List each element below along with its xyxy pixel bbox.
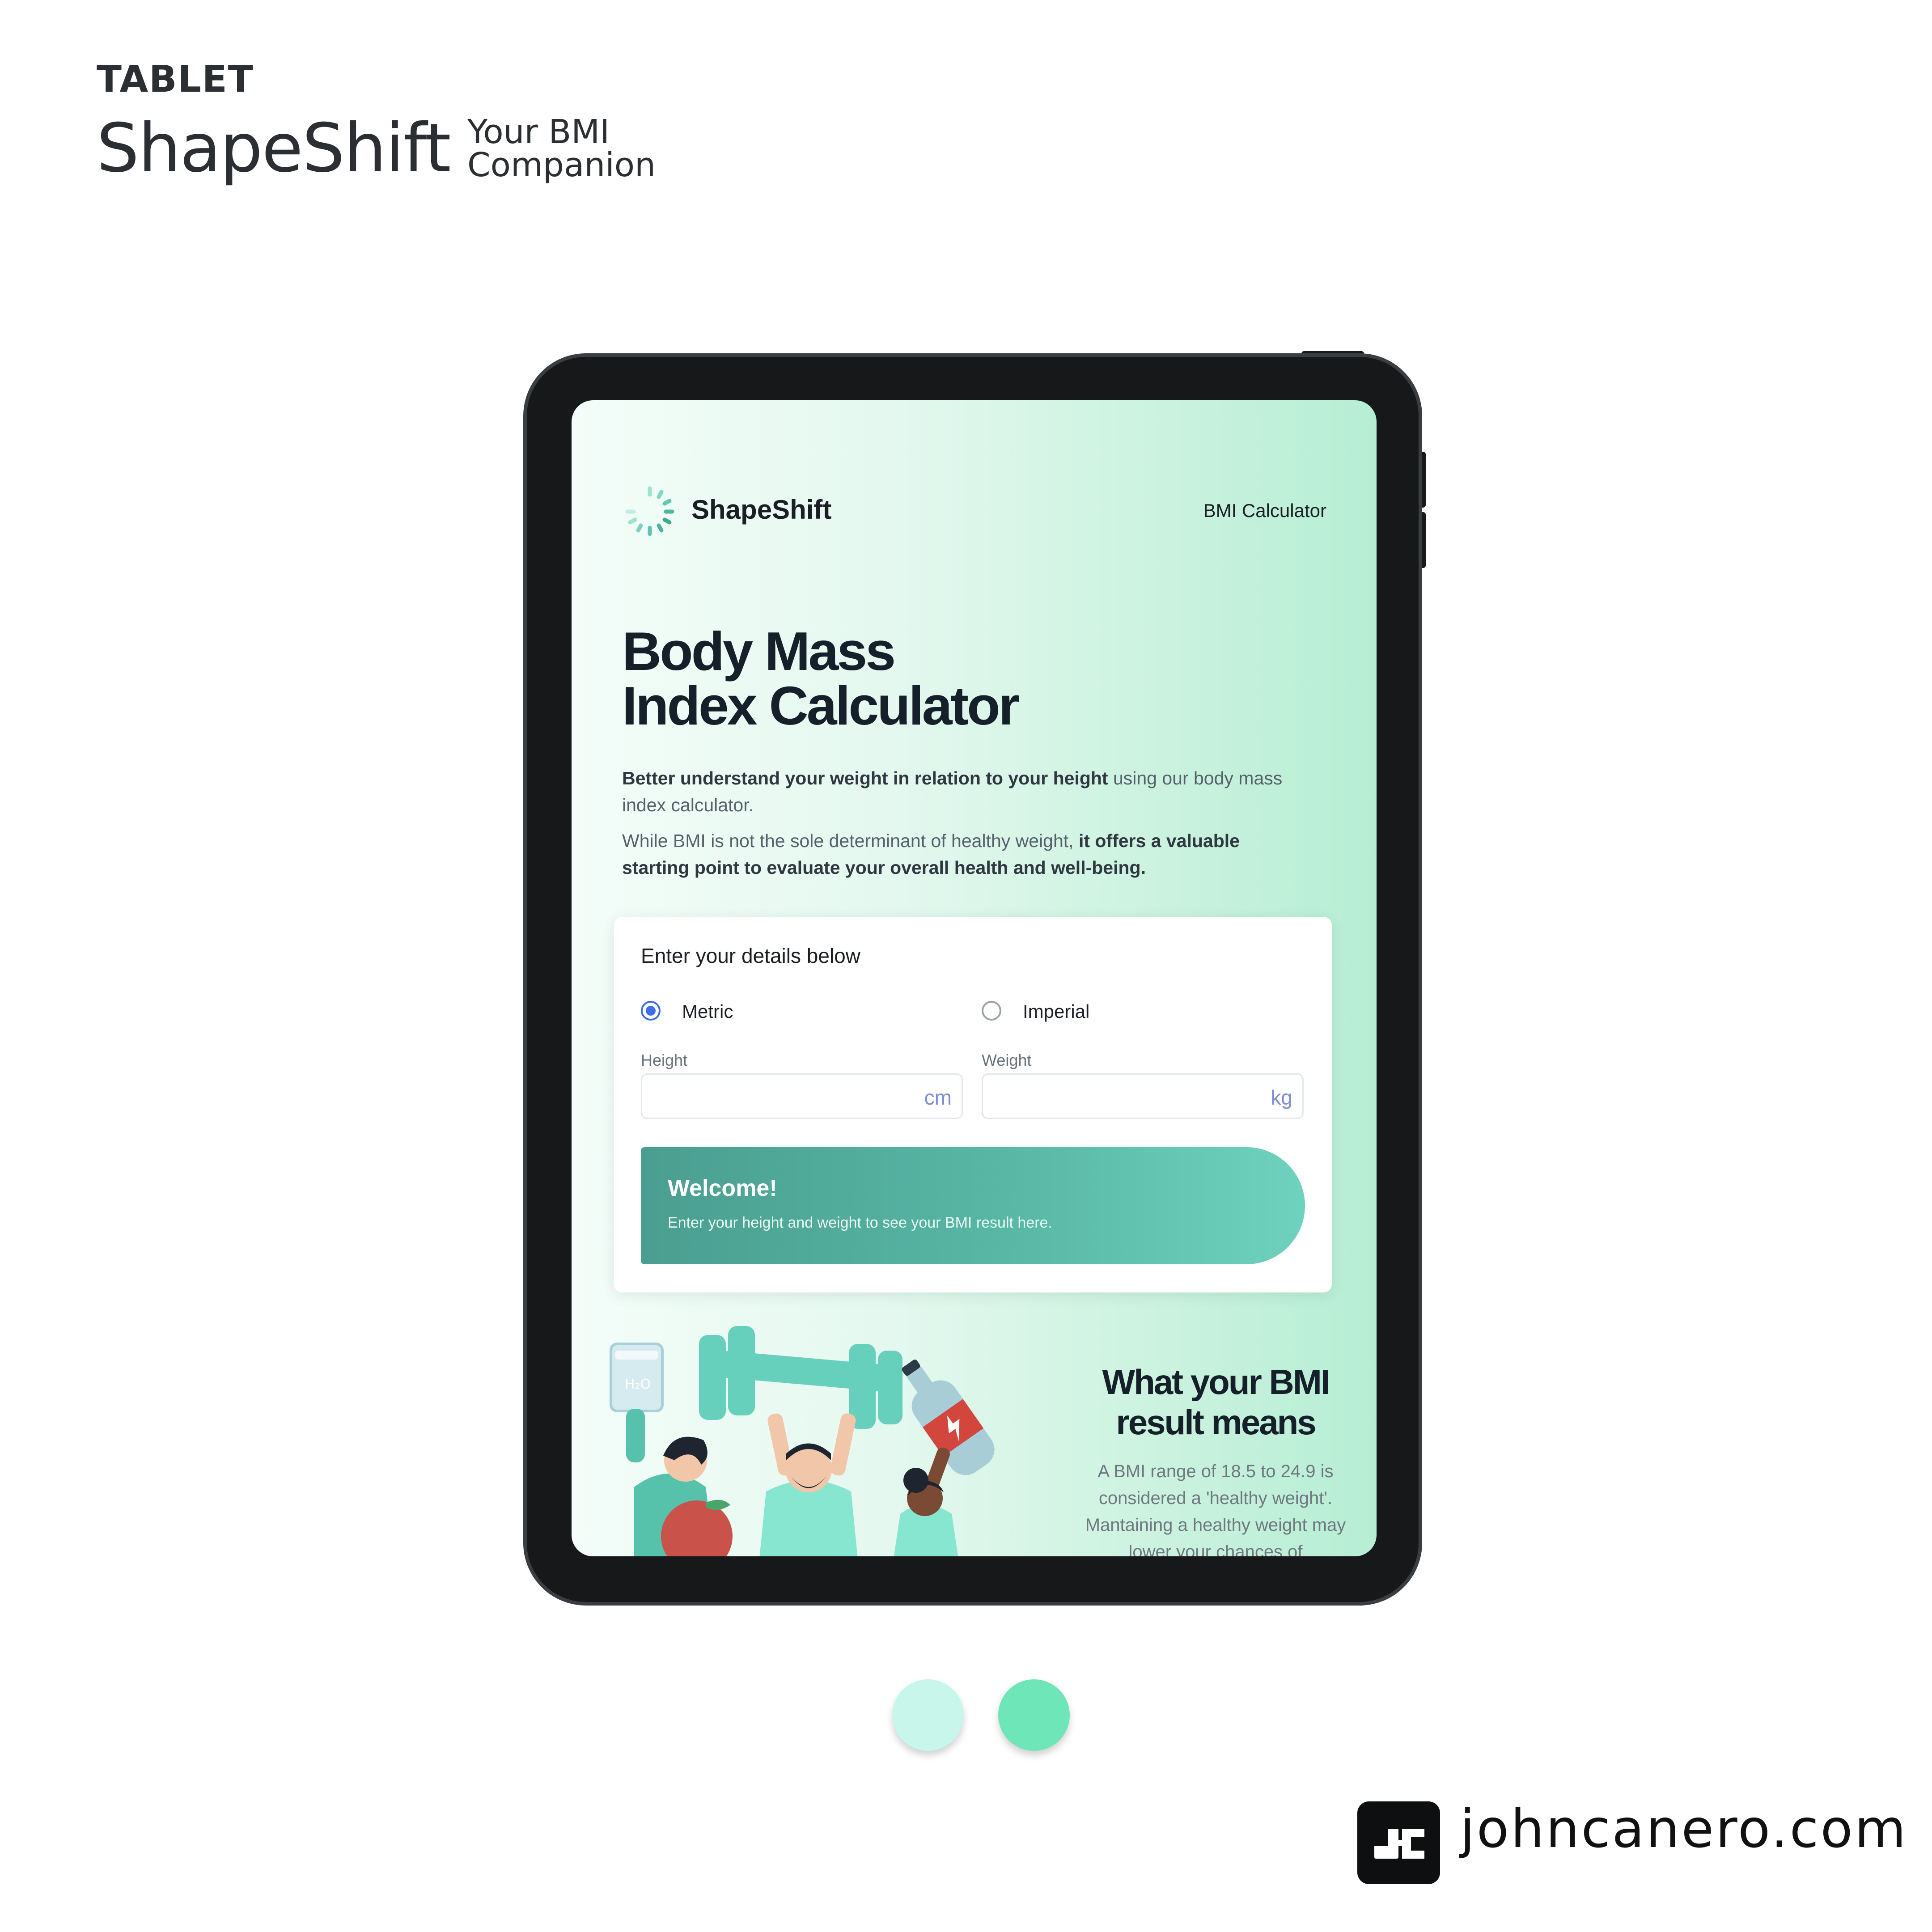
showcase-app-name: ShapeShift bbox=[97, 110, 451, 187]
bmi-meaning-text: A BMI range of 18.5 to 24.9 is considere… bbox=[1085, 1462, 1346, 1556]
footer-website[interactable]: johncanero.com bbox=[1460, 1798, 1908, 1860]
intro-paragraph-1: Better understand your weight in relatio… bbox=[622, 765, 1293, 818]
form-heading: Enter your details below bbox=[641, 944, 860, 967]
weight-input[interactable]: kg bbox=[982, 1073, 1304, 1119]
height-unit: cm bbox=[924, 1086, 952, 1109]
showcase-tagline: Your BMI Companion bbox=[467, 115, 656, 182]
color-swatch-light bbox=[892, 1679, 964, 1751]
bmi-form-card: Enter your details below Metric Imperial… bbox=[614, 917, 1332, 1292]
navbar: ShapeShift BMI Calculator bbox=[622, 483, 1326, 536]
result-text: Enter your height and weight to see your… bbox=[668, 1214, 1052, 1231]
bmi-meaning-title-line-1: What your BMI bbox=[1102, 1362, 1330, 1402]
nav-link-bmi-calculator[interactable]: BMI Calculator bbox=[1203, 500, 1326, 521]
bmi-result-banner: Welcome! Enter your height and weight to… bbox=[641, 1147, 1305, 1264]
bmi-meaning-title-line-2: result means bbox=[1116, 1402, 1316, 1442]
intro-p1-bold: Better understand your weight in relatio… bbox=[622, 768, 1108, 788]
tablet-screen: ShapeShift BMI Calculator Body Mass Inde… bbox=[572, 400, 1377, 1556]
tagline-line-1: Your BMI bbox=[467, 113, 610, 151]
height-label: Height bbox=[641, 1051, 688, 1069]
glass-label: H₂O bbox=[625, 1377, 651, 1392]
weight-unit: kg bbox=[1271, 1086, 1292, 1109]
jc-logo-icon bbox=[1357, 1801, 1440, 1884]
color-swatch-green bbox=[998, 1679, 1070, 1751]
radio-checked-icon[interactable] bbox=[641, 1001, 661, 1021]
radio-metric-label[interactable]: Metric bbox=[682, 1001, 733, 1022]
intro-p2-start: While BMI is not the sole determinant of… bbox=[622, 830, 1079, 851]
radio-metric[interactable]: Metric bbox=[641, 997, 775, 1024]
fitness-illustration: H₂O bbox=[610, 1326, 995, 1556]
bmi-meaning-title: What your BMI result means bbox=[1059, 1362, 1372, 1442]
radio-imperial[interactable]: Imperial bbox=[982, 997, 1125, 1024]
device-label: TABLET bbox=[97, 58, 254, 101]
result-title: Welcome! bbox=[668, 1175, 777, 1201]
tagline-line-2: Companion bbox=[467, 146, 656, 184]
app-logo-text[interactable]: ShapeShift bbox=[691, 494, 831, 525]
intro-paragraph-2: While BMI is not the sole determinant of… bbox=[622, 827, 1293, 881]
spinner-logo-icon[interactable] bbox=[622, 483, 678, 539]
height-input[interactable]: cm bbox=[641, 1073, 963, 1119]
radio-imperial-label[interactable]: Imperial bbox=[1023, 1001, 1089, 1022]
page-title-line-1: Body Mass bbox=[622, 621, 896, 682]
weight-label: Weight bbox=[982, 1051, 1032, 1069]
page-title-line-2: Index Calculator bbox=[622, 675, 1020, 736]
page-title: Body Mass Index Calculator bbox=[622, 621, 1020, 736]
radio-unchecked-icon[interactable] bbox=[982, 1001, 1001, 1021]
